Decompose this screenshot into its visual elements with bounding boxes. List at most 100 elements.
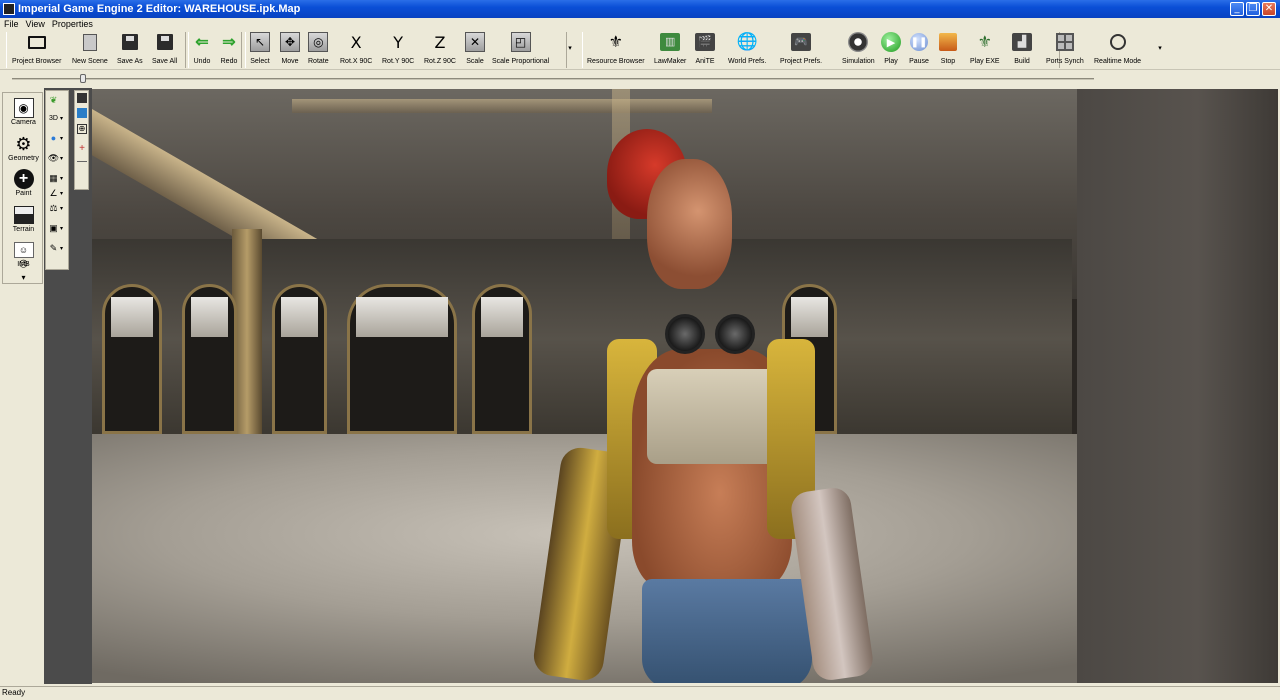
status-bar: Ready xyxy=(0,686,1280,700)
scene-beam xyxy=(292,99,712,113)
resource-browser-button[interactable]: ⚜ Resource Browser xyxy=(587,32,645,65)
panel-expand-button[interactable]: ▾ xyxy=(3,273,44,282)
snap-blue-icon[interactable] xyxy=(77,108,87,118)
status-text: Ready xyxy=(2,688,26,697)
play-button[interactable]: ▶ Play xyxy=(881,32,901,65)
realtime-mode-button[interactable]: Realtime Mode xyxy=(1094,32,1141,65)
scale-proportional-button[interactable]: ◰ Scale Proportional xyxy=(492,32,549,65)
save-disk-icon xyxy=(121,34,138,50)
geometry-mode-button[interactable]: ⚙ Geometry xyxy=(3,133,44,163)
expand-chevron-icon: ▾ xyxy=(21,273,26,282)
save-all-button[interactable]: Save All xyxy=(152,32,177,65)
pause-icon: ❚❚ xyxy=(910,33,928,51)
scene-viewport[interactable] xyxy=(92,89,1278,683)
imb-mode-button[interactable]: ☺☹ IMB xyxy=(3,240,44,269)
simulation-button[interactable]: Simulation xyxy=(842,32,875,65)
view-mode-dropdown[interactable]: 3D ▾ xyxy=(47,111,68,125)
ports-synch-button[interactable]: Ports Synch xyxy=(1046,32,1084,65)
timeline-slider-track[interactable] xyxy=(12,78,1094,80)
rot-x-button[interactable]: X Rot.X 90C xyxy=(340,32,372,66)
rot-y-icon: Y xyxy=(393,32,403,52)
geometry-gear-icon: ⚙ xyxy=(15,133,32,155)
rot-x-icon: X xyxy=(350,32,362,52)
balance-dropdown[interactable]: ⚖ ▾ xyxy=(47,201,68,215)
play-icon: ▶ xyxy=(881,32,901,52)
angle-dropdown[interactable]: ∠ ▾ xyxy=(47,186,68,200)
toolbar-overflow-chevron-icon-2[interactable]: ▾ xyxy=(1156,44,1164,54)
close-button[interactable]: ✕ xyxy=(1262,2,1276,16)
scales-icon: ⚖ xyxy=(49,202,58,213)
folder-icon xyxy=(27,35,46,49)
menu-view[interactable]: View xyxy=(26,19,45,29)
mode-panel: ◉ Camera ⚙ Geometry + Paint Terrain ☺☹ I… xyxy=(2,92,43,284)
scene-window xyxy=(102,284,162,434)
snap-target-icon[interactable]: ⊕ xyxy=(77,124,87,134)
app-icon xyxy=(3,3,15,15)
lawmaker-chart-icon: ▥ xyxy=(660,33,681,51)
redo-arrow-icon: ⇒ xyxy=(222,34,236,51)
camera-mode-button[interactable]: ◉ Camera xyxy=(3,98,44,126)
project-browser-button[interactable]: Project Browser xyxy=(12,32,61,65)
clapperboard-icon: 🎬 xyxy=(695,33,715,51)
restore-button[interactable]: ❐ xyxy=(1246,2,1260,16)
scale-icon: ✕ xyxy=(465,32,485,52)
menu-file[interactable]: File xyxy=(4,19,19,29)
theater-masks-icon: ☺☹ xyxy=(13,242,34,269)
sphere-icon: ● xyxy=(50,133,57,143)
play-exe-button[interactable]: ⚜ Play EXE xyxy=(970,32,1000,65)
scale-button[interactable]: ✕ Scale xyxy=(465,32,485,65)
dropdown-arrow-icon: ▾ xyxy=(60,135,64,142)
rotate-button[interactable]: ◎ Rotate xyxy=(308,32,329,65)
anite-button[interactable]: 🎬 AniTE xyxy=(695,32,715,65)
title-bar: Imperial Game Engine 2 Editor: WAREHOUSE… xyxy=(0,0,1280,18)
visibility-dropdown[interactable]: 👁 ▾ xyxy=(47,151,68,165)
brush-dropdown[interactable]: ✎ ▾ xyxy=(47,241,68,255)
snap-dark-icon[interactable] xyxy=(77,93,87,103)
gear-icon xyxy=(848,32,869,52)
save-as-button[interactable]: Save As xyxy=(117,32,143,65)
character-model[interactable] xyxy=(531,119,877,683)
rot-y-button[interactable]: Y Rot.Y 90C xyxy=(382,32,414,66)
world-prefs-button[interactable]: 🌐 World Prefs. xyxy=(728,32,766,65)
save-all-icon xyxy=(156,34,173,50)
snap-tool-column: ⊕ + xyxy=(74,90,89,190)
select-button[interactable]: ↖ Select xyxy=(250,32,270,65)
minimize-button[interactable]: _ xyxy=(1230,2,1244,16)
eagle-emblem-icon: ⚜ xyxy=(608,34,623,51)
stop-button[interactable]: Stop xyxy=(938,32,958,65)
dropdown-arrow-icon: ▾ xyxy=(60,245,64,252)
gamepad-icon: 🎮 xyxy=(791,33,811,51)
move-button[interactable]: ✥ Move xyxy=(280,32,300,65)
leaf-icon: ❦ xyxy=(49,94,58,105)
timeline-slider-thumb[interactable] xyxy=(80,74,87,83)
stopwatch-icon xyxy=(1109,34,1126,50)
sphere-tool-dropdown[interactable]: ● ▾ xyxy=(47,131,68,145)
main-toolbar: Project Browser New Scene Save As Save A… xyxy=(0,30,1280,70)
snap-cross-icon[interactable]: + xyxy=(77,144,87,154)
undo-button[interactable]: ⇐ Undo xyxy=(192,32,212,65)
dropdown-arrow-icon: ▾ xyxy=(60,175,64,182)
eye-icon: 👁 xyxy=(47,152,60,163)
build-button[interactable]: ▟ Build xyxy=(1012,32,1032,65)
new-document-icon xyxy=(82,33,97,51)
project-prefs-button[interactable]: 🎮 Project Prefs. xyxy=(780,32,822,65)
character-head xyxy=(647,159,732,289)
terrain-mode-button[interactable]: Terrain xyxy=(3,205,44,233)
undo-arrow-icon: ⇐ xyxy=(195,34,209,51)
stop-icon xyxy=(939,33,957,51)
timeline-slider-row xyxy=(0,71,1280,87)
tool-column: ❦ 3D ▾ ● ▾ 👁 ▾ ▦ ▾ ∠ ▾ ⚖ ▾ ▣ ▾ ✎ ▾ xyxy=(45,90,69,270)
image-dropdown[interactable]: ▣ ▾ xyxy=(47,221,68,235)
new-scene-button[interactable]: New Scene xyxy=(72,32,108,65)
redo-button[interactable]: ⇒ Redo xyxy=(219,32,239,65)
pause-button[interactable]: ❚❚ Pause xyxy=(909,32,929,65)
leaf-tool[interactable]: ❦ xyxy=(47,93,68,107)
grid-dropdown[interactable]: ▦ ▾ xyxy=(47,171,68,185)
rot-z-button[interactable]: Z Rot.Z 90C xyxy=(424,32,456,66)
paint-mode-button[interactable]: + Paint xyxy=(3,169,44,197)
angle-icon: ∠ xyxy=(49,187,58,198)
toolbar-overflow-chevron-icon[interactable]: ▾ xyxy=(566,44,574,54)
lawmaker-button[interactable]: ▥ LawMaker xyxy=(654,32,686,65)
snap-line-icon[interactable] xyxy=(77,161,87,171)
menu-properties[interactable]: Properties xyxy=(52,19,93,29)
